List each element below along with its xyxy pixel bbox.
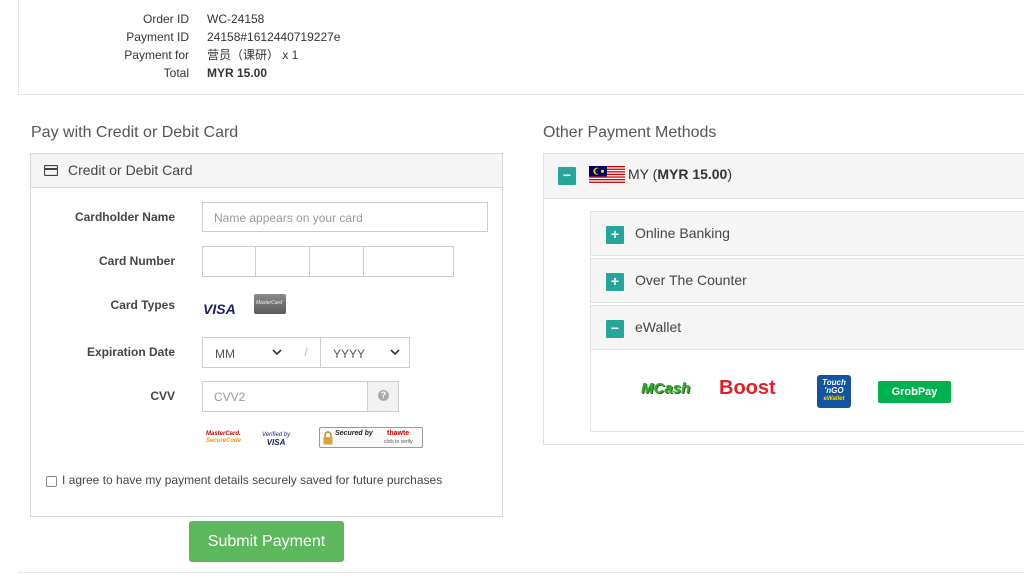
total-value: MYR 15.00 <box>207 66 268 80</box>
card-section-heading: Pay with Credit or Debit Card <box>31 124 239 141</box>
order-id-row: Order ID WC-24158 <box>19 10 419 28</box>
cvv-input[interactable]: CVV2 <box>202 381 368 412</box>
country-header[interactable]: − MY (MYR 15.00) <box>544 154 1024 199</box>
card-number-segment-4[interactable] <box>363 246 454 277</box>
expand-over-the-counter-toggle[interactable]: + <box>606 273 624 291</box>
cvv-label: CVV <box>150 389 175 403</box>
online-banking-row[interactable]: + Online Banking <box>590 211 1024 256</box>
payment-id-label: Payment ID <box>126 30 189 44</box>
chevron-down-icon <box>390 349 400 356</box>
payment-for-row: Payment for 营员（课研） x 1 <box>19 46 419 64</box>
order-summary: Order ID WC-24158 Payment ID 24158#16124… <box>18 0 1024 95</box>
card-payment-panel: Credit or Debit Card Cardholder Name Nam… <box>30 153 503 517</box>
card-number-segment-2[interactable] <box>255 246 310 277</box>
expand-online-banking-toggle[interactable]: + <box>606 226 624 244</box>
touch-n-go-wallet-option[interactable]: Touch 'nGO eWallet <box>817 375 851 408</box>
ewallet-options: MCash Boost Touch 'nGO eWallet GrobPay <box>590 350 1024 432</box>
mastercard-securecode-badge: MasterCard. SecureCode <box>206 431 242 444</box>
collapse-country-toggle[interactable]: − <box>558 167 576 185</box>
total-row: Total MYR 15.00 <box>19 64 419 82</box>
ewallet-row[interactable]: − eWallet <box>590 305 1024 350</box>
payment-for-value: 营员（课研） x 1 <box>207 48 299 62</box>
card-number-segment-3[interactable] <box>309 246 364 277</box>
verified-by-visa-badge: Verified by VISA <box>262 432 291 447</box>
country-label: MY (MYR 15.00) <box>628 166 733 182</box>
cvv-placeholder: CVV2 <box>214 390 246 404</box>
credit-card-icon <box>44 165 58 176</box>
padlock-icon <box>323 431 333 445</box>
expiry-year-select[interactable]: YYYY <box>320 337 410 368</box>
other-methods-panel: − MY (MYR 15.00) + Online Banking + Over… <box>543 153 1024 445</box>
save-details-checkbox[interactable] <box>46 476 57 487</box>
order-id-value: WC-24158 <box>207 12 265 26</box>
cardholder-name-input[interactable]: Name appears on your card <box>202 202 488 232</box>
payment-id-value: 24158#1612440719227e <box>207 30 341 44</box>
visa-logo: VISA <box>203 301 236 317</box>
malaysia-flag-icon <box>589 166 625 184</box>
expiry-year-value: YYYY <box>333 347 366 361</box>
card-number-label: Card Number <box>98 254 175 268</box>
collapse-ewallet-toggle[interactable]: − <box>606 320 624 338</box>
country-code: MY <box>628 166 649 182</box>
mcash-wallet-option[interactable]: MCash <box>641 380 690 397</box>
submit-payment-button[interactable]: Submit Payment <box>189 521 344 562</box>
order-id-label: Order ID <box>142 12 189 26</box>
card-number-segment-1[interactable] <box>202 246 256 277</box>
question-icon: ? <box>378 390 389 401</box>
thawte-secured-badge[interactable]: Secured by thawte click to verify <box>319 427 423 448</box>
mastercard-logo: MasterCard <box>254 294 286 314</box>
over-the-counter-label: Over The Counter <box>635 272 747 288</box>
expiry-month-value: MM <box>215 347 235 361</box>
chevron-down-icon <box>272 349 282 356</box>
grabpay-wallet-option[interactable]: GrobPay <box>878 381 951 403</box>
boost-wallet-option[interactable]: Boost <box>719 377 776 400</box>
expiry-month-select[interactable]: MM <box>202 337 292 368</box>
country-amount: MYR 15.00 <box>657 166 728 182</box>
card-panel-title: Credit or Debit Card <box>68 162 193 178</box>
other-methods-heading: Other Payment Methods <box>543 124 717 141</box>
over-the-counter-row[interactable]: + Over The Counter <box>590 258 1024 303</box>
footer-divider <box>18 572 1024 573</box>
total-label: Total <box>163 66 189 80</box>
cardholder-label: Cardholder Name <box>74 210 175 224</box>
online-banking-label: Online Banking <box>635 225 730 241</box>
ewallet-label: eWallet <box>635 319 682 335</box>
cardholder-placeholder: Name appears on your card <box>214 211 363 225</box>
payment-for-label: Payment for <box>124 48 189 62</box>
payment-id-row: Payment ID 24158#1612440719227e <box>19 28 419 46</box>
save-details-label: I agree to have my payment details secur… <box>62 473 443 487</box>
expiration-label: Expiration Date <box>86 345 175 359</box>
card-panel-header: Credit or Debit Card <box>31 154 502 188</box>
expiry-separator: / <box>291 337 321 368</box>
cvv-help-button[interactable]: ? <box>367 381 399 412</box>
card-types-label: Card Types <box>110 298 175 312</box>
